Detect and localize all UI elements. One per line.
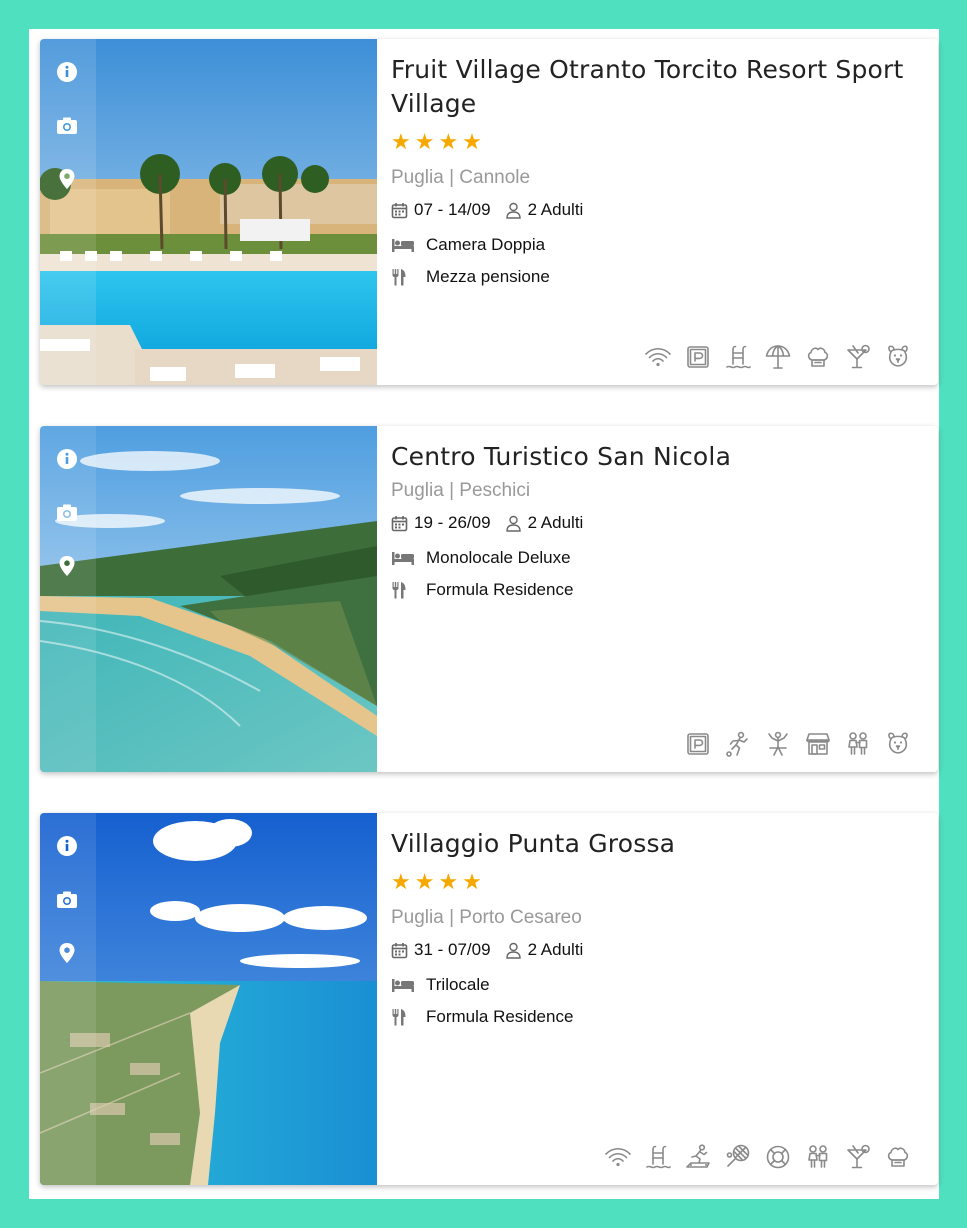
photo-action-strip (40, 813, 96, 1185)
photo-action-strip (40, 426, 96, 772)
cocktail-bar-icon (844, 1143, 872, 1171)
hotel-photo[interactable] (40, 426, 377, 772)
person-icon (505, 202, 521, 219)
hotel-card[interactable]: Fruit Village Otranto Torcito Resort Spo… (40, 39, 938, 385)
camera-icon[interactable] (56, 115, 78, 137)
stay-details: 19 - 26/09 2 Adulti (391, 512, 922, 534)
sport-icon (724, 730, 752, 758)
board-row: Mezza pensione (391, 267, 922, 287)
map-pin-icon[interactable] (56, 942, 78, 964)
map-pin-icon[interactable] (56, 555, 78, 577)
guest-count: 2 Adulti (527, 200, 584, 219)
person-icon (505, 942, 521, 959)
calendar-icon (391, 942, 408, 958)
amenity-list (604, 1143, 912, 1171)
calendar-icon (391, 515, 408, 531)
board-type: Formula Residence (426, 1007, 574, 1026)
stay-details: 31 - 07/09 2 Adulti (391, 939, 922, 961)
restaurant-chef-icon (884, 1143, 912, 1171)
room-type: Monolocale Deluxe (426, 548, 571, 567)
hotel-location: Puglia | Cannole (391, 167, 531, 188)
beach-umbrella-icon (764, 343, 792, 371)
pool-icon (644, 1143, 672, 1171)
camera-icon[interactable] (56, 889, 78, 911)
board-row: Formula Residence (391, 1007, 922, 1027)
info-icon[interactable] (56, 61, 78, 83)
hotel-name[interactable]: Villaggio Punta Grossa (391, 827, 922, 861)
hotel-name[interactable]: Fruit Village Otranto Torcito Resort Spo… (391, 53, 922, 121)
cocktail-bar-icon (844, 343, 872, 371)
stay-details: 07 - 14/09 2 Adulti (391, 199, 922, 221)
hotel-card[interactable]: Villaggio Punta Grossa ★★★★ Puglia | Por… (40, 813, 938, 1185)
pets-icon (884, 730, 912, 758)
hotel-card[interactable]: Centro Turistico San Nicola Puglia | Pes… (40, 426, 938, 772)
hotel-photo[interactable] (40, 813, 377, 1185)
animation-icon (764, 730, 792, 758)
star-rating: ★★★★ (391, 129, 486, 154)
wifi-icon (644, 343, 672, 371)
bed-icon (392, 552, 414, 565)
room-type: Camera Doppia (426, 235, 546, 254)
calendar-icon (391, 202, 408, 218)
kids-club-icon (844, 730, 872, 758)
kids-club-icon (804, 1143, 832, 1171)
camera-icon[interactable] (56, 502, 78, 524)
info-icon[interactable] (56, 448, 78, 470)
lifeguard-icon (764, 1143, 792, 1171)
cutlery-icon (392, 1009, 406, 1026)
hotel-name[interactable]: Centro Turistico San Nicola (391, 440, 922, 474)
amenity-list (684, 730, 912, 758)
info-icon[interactable] (56, 835, 78, 857)
fitness-icon (684, 1143, 712, 1171)
tennis-icon (724, 1143, 752, 1171)
person-icon (505, 515, 521, 532)
hotel-location: Puglia | Peschici (391, 480, 531, 501)
room-type-row: Monolocale Deluxe (391, 548, 922, 568)
cutlery-icon (392, 582, 406, 599)
board-type: Mezza pensione (426, 267, 550, 286)
map-pin-icon[interactable] (56, 168, 78, 190)
board-type: Formula Residence (426, 580, 574, 599)
parking-icon (684, 730, 712, 758)
pets-icon (884, 343, 912, 371)
guest-count: 2 Adulti (527, 940, 584, 959)
results-panel: Fruit Village Otranto Torcito Resort Spo… (29, 29, 939, 1199)
guest-count: 2 Adulti (527, 513, 584, 532)
cutlery-icon (392, 269, 406, 286)
wifi-icon (604, 1143, 632, 1171)
room-type-row: Camera Doppia (391, 235, 922, 255)
pool-icon (724, 343, 752, 371)
market-icon (804, 730, 832, 758)
parking-icon (684, 343, 712, 371)
photo-action-strip (40, 39, 96, 385)
room-type: Trilocale (426, 975, 490, 994)
restaurant-chef-icon (804, 343, 832, 371)
stay-dates: 19 - 26/09 (414, 513, 491, 532)
hotel-location: Puglia | Porto Cesareo (391, 907, 582, 928)
bed-icon (392, 239, 414, 252)
stay-dates: 31 - 07/09 (414, 940, 491, 959)
board-row: Formula Residence (391, 580, 922, 600)
stay-dates: 07 - 14/09 (414, 200, 491, 219)
star-rating: ★★★★ (391, 869, 486, 894)
bed-icon (392, 979, 414, 992)
amenity-list (644, 343, 912, 371)
room-type-row: Trilocale (391, 975, 922, 995)
hotel-photo[interactable] (40, 39, 377, 385)
